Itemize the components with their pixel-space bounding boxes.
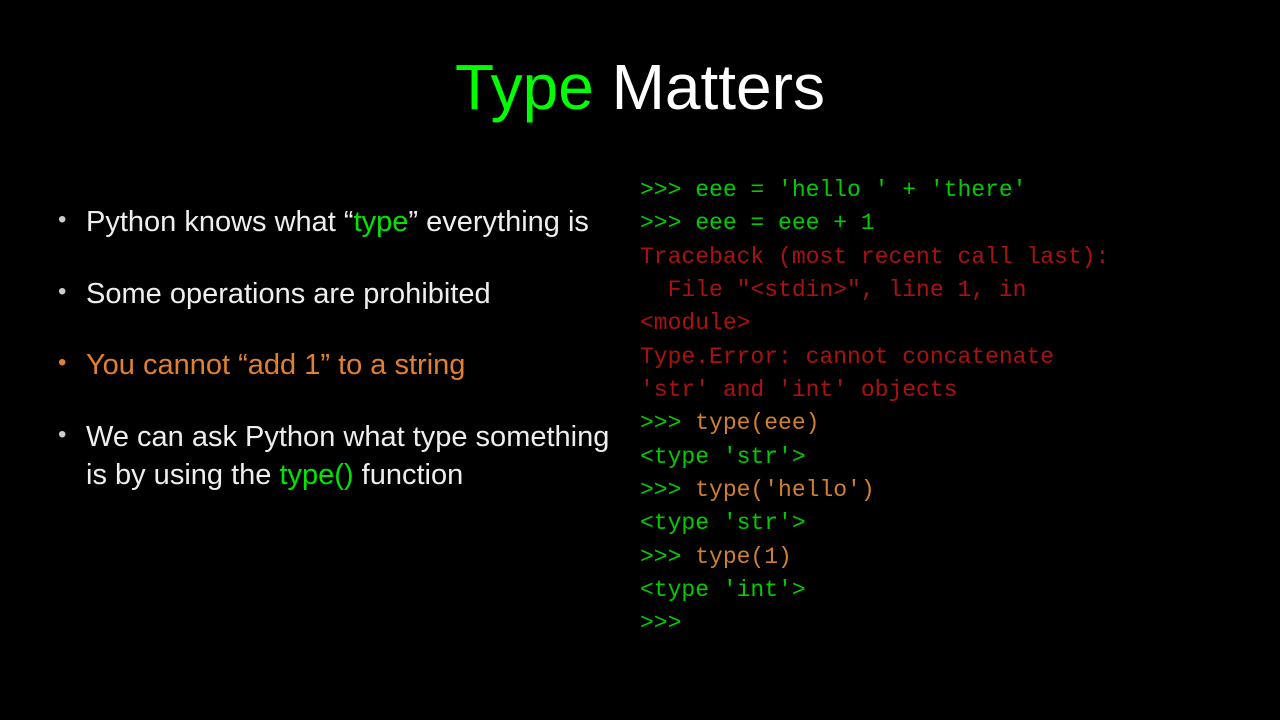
- title-word-2: Matters: [594, 51, 825, 123]
- code-error: <module>: [640, 310, 750, 336]
- code-error: Type.Error: cannot concatenate: [640, 344, 1068, 370]
- code-error: Traceback (most recent call last):: [640, 244, 1109, 270]
- slide: Type Matters Python knows what “type” ev…: [0, 0, 1280, 720]
- code-prompt: >>>: [640, 544, 695, 570]
- code-output: <type 'str'>: [640, 444, 806, 470]
- bullet-text: function: [354, 459, 464, 491]
- bullet-item-3: You cannot “add 1” to a string: [50, 347, 610, 385]
- bullet-text: Some operations are prohibited: [86, 278, 491, 310]
- code-output: <type 'str'>: [640, 510, 806, 536]
- code-prompt: >>>: [640, 210, 695, 236]
- code-prompt: >>>: [640, 410, 695, 436]
- bullet-text: ” everything is: [408, 206, 589, 238]
- bullet-item-1: Python knows what “type” everything is: [50, 204, 610, 242]
- slide-title: Type Matters: [50, 50, 1230, 124]
- code-output: <type 'int'>: [640, 577, 806, 603]
- bullet-highlight: type(): [279, 459, 353, 491]
- code-error: 'str' and 'int' objects: [640, 377, 957, 403]
- bullet-item-4: We can ask Python what type something is…: [50, 419, 610, 494]
- bullet-item-2: Some operations are prohibited: [50, 276, 610, 314]
- code-input: type('hello'): [695, 477, 874, 503]
- code-prompt: >>>: [640, 610, 695, 636]
- code-block: >>> eee = 'hello ' + 'there' >>> eee = e…: [640, 174, 1230, 641]
- bullet-text: You cannot “add 1” to a string: [86, 349, 465, 381]
- slide-body: Python knows what “type” everything is S…: [50, 174, 1230, 641]
- code-prompt: >>>: [640, 477, 695, 503]
- code-prompt: >>>: [640, 177, 695, 203]
- code-input: type(eee): [695, 410, 819, 436]
- code-error: File "<stdin>", line 1, in: [640, 277, 1040, 303]
- title-word-1: Type: [455, 51, 594, 123]
- bullet-highlight: type: [354, 206, 409, 238]
- bullet-text: Python knows what “: [86, 206, 354, 238]
- bullet-column: Python knows what “type” everything is S…: [50, 174, 610, 641]
- code-input: eee = eee + 1: [695, 210, 874, 236]
- bullet-list: Python knows what “type” everything is S…: [50, 204, 610, 494]
- code-input: type(1): [695, 544, 792, 570]
- code-input: eee = 'hello ' + 'there': [695, 177, 1026, 203]
